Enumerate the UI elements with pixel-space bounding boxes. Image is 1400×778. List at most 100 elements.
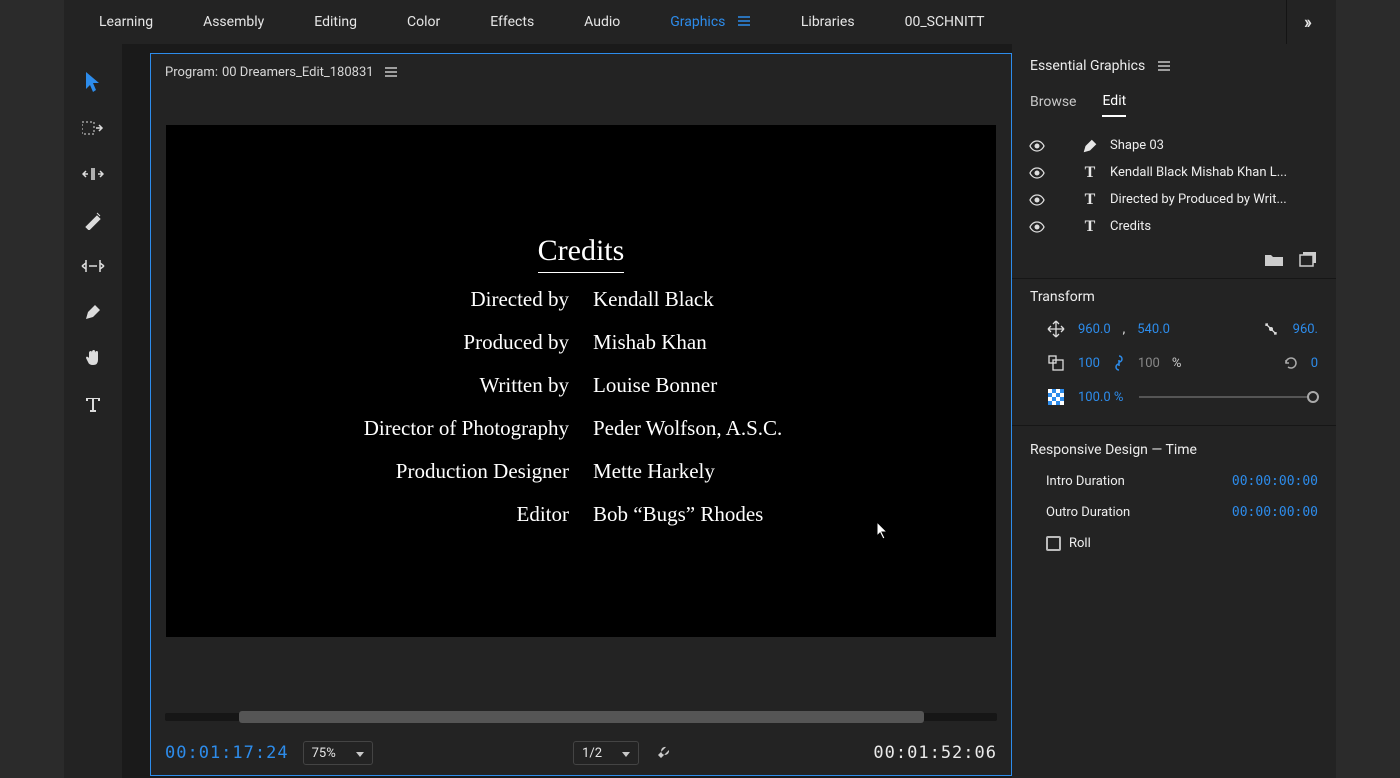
eg-tab-edit[interactable]: Edit [1102, 93, 1126, 117]
type-tool[interactable] [78, 390, 108, 418]
layer-label: Kendall Black Mishab Khan L... [1110, 165, 1320, 180]
credit-name: Peder Wolfson, A.S.C. [593, 416, 893, 441]
eg-panel-header: Essential Graphics [1012, 44, 1336, 88]
pen-tool[interactable] [78, 298, 108, 326]
hamburger-icon[interactable] [737, 14, 751, 28]
opacity-value[interactable]: 100.0 % [1078, 390, 1123, 405]
tool-strip [64, 44, 122, 778]
text-layer-icon: T [1080, 190, 1100, 210]
workspace-tab-libraries[interactable]: Libraries [776, 0, 880, 44]
panel-menu-icon[interactable] [384, 65, 398, 79]
workspace-tab-editing[interactable]: Editing [289, 0, 382, 44]
layer-label: Shape 03 [1110, 138, 1320, 153]
anchor-icon [1261, 319, 1281, 339]
credit-row: Production Designer Mette Harkely [269, 459, 893, 484]
workspace-tab-schnitt[interactable]: 00_SCHNITT [880, 0, 1010, 44]
reset-rotation-icon[interactable] [1283, 355, 1299, 371]
layer-list: Shape 03 T Kendall Black Mishab Khan L..… [1022, 132, 1326, 240]
workspace-tab-label: Graphics [670, 14, 725, 30]
credit-name: Kendall Black [593, 287, 893, 312]
workspace-tab-learning[interactable]: Learning [74, 0, 178, 44]
workspace-tab-audio[interactable]: Audio [559, 0, 645, 44]
ripple-edit-tool[interactable] [78, 160, 108, 188]
visibility-eye-icon[interactable] [1028, 164, 1046, 182]
video-frame[interactable]: Credits Directed by Kendall Black Produc… [166, 125, 996, 637]
credit-row: Editor Bob “Bugs” Rhodes [269, 502, 893, 527]
layer-row-text[interactable]: T Kendall Black Mishab Khan L... [1022, 159, 1326, 186]
scrub-thumb[interactable] [239, 711, 924, 723]
workspace-tab-bar: Learning Assembly Editing Color Effects … [64, 0, 1336, 44]
workspace-tab-effects[interactable]: Effects [465, 0, 559, 44]
outro-duration-value[interactable]: 00:00:00:00 [1232, 505, 1318, 520]
chevron-down-icon [622, 746, 630, 761]
credit-role: Directed by [269, 287, 569, 312]
slip-tool[interactable] [78, 252, 108, 280]
eg-panel-title: Essential Graphics [1030, 58, 1145, 74]
visibility-eye-icon[interactable] [1028, 137, 1046, 155]
credit-name: Bob “Bugs” Rhodes [593, 502, 893, 527]
eg-tabs: Browse Edit [1012, 88, 1336, 122]
opacity-slider-thumb[interactable] [1307, 391, 1319, 403]
opacity-icon [1046, 387, 1066, 407]
opacity-row: 100.0 % [1030, 387, 1318, 407]
transform-title: Transform [1030, 289, 1318, 305]
credit-row: Directed by Kendall Black [269, 287, 893, 312]
scale-icon [1046, 353, 1066, 373]
workspace-overflow-button[interactable]: ›› [1286, 0, 1326, 44]
track-select-tool[interactable] [78, 114, 108, 142]
credit-name: Mishab Khan [593, 330, 893, 355]
duration-timecode[interactable]: 00:01:52:06 [873, 743, 997, 763]
new-layer-icon[interactable] [1298, 250, 1318, 268]
zoom-dropdown[interactable]: 75% [303, 741, 373, 765]
resolution-dropdown[interactable]: 1/2 [573, 741, 639, 765]
workspace-tab-graphics[interactable]: Graphics [645, 0, 776, 44]
program-panel-header: Program: 00 Dreamers_Edit_180831 [151, 54, 1011, 90]
credit-row: Written by Louise Bonner [269, 373, 893, 398]
credit-row: Produced by Mishab Khan [269, 330, 893, 355]
panel-menu-icon[interactable] [1157, 59, 1171, 73]
current-timecode[interactable]: 00:01:17:24 [165, 743, 289, 763]
scrub-track[interactable] [165, 713, 997, 721]
position-x[interactable]: 960.0 [1078, 322, 1111, 337]
new-group-icon[interactable] [1264, 250, 1284, 268]
essential-graphics-panel: Essential Graphics Browse Edit Shape 03 … [1012, 44, 1336, 778]
opacity-slider[interactable] [1139, 396, 1314, 398]
outro-duration-label: Outro Duration [1046, 505, 1130, 520]
responsive-title: Responsive Design — Time [1030, 442, 1318, 458]
intro-duration-value[interactable]: 00:00:00:00 [1232, 474, 1318, 489]
text-layer-icon: T [1080, 163, 1100, 183]
credit-name: Louise Bonner [593, 373, 893, 398]
roll-checkbox-row: Roll [1030, 536, 1318, 551]
rotation-value[interactable]: 0 [1311, 356, 1318, 371]
workspace-tab-color[interactable]: Color [382, 0, 465, 44]
scale-unit: % [1172, 356, 1182, 371]
hand-tool[interactable] [78, 344, 108, 372]
intro-duration-row: Intro Duration 00:00:00:00 [1030, 474, 1318, 489]
divider [1012, 425, 1336, 426]
link-scale-icon[interactable] [1112, 354, 1126, 372]
settings-wrench-icon[interactable] [653, 743, 673, 763]
left-gutter [0, 0, 64, 778]
visibility-eye-icon[interactable] [1028, 218, 1046, 236]
anchor-x[interactable]: 960. [1293, 322, 1318, 337]
divider [1012, 278, 1336, 279]
roll-checkbox[interactable] [1046, 536, 1061, 551]
roll-label: Roll [1069, 536, 1091, 551]
workspace-tab-assembly[interactable]: Assembly [178, 0, 289, 44]
program-footer: 00:01:17:24 75% 1/2 00:01:52:06 [151, 731, 1011, 775]
scale-width[interactable]: 100 [1078, 356, 1100, 371]
razor-tool[interactable] [78, 206, 108, 234]
visibility-eye-icon[interactable] [1028, 191, 1046, 209]
timeline-scrubber[interactable] [151, 713, 1011, 731]
credit-row: Director of Photography Peder Wolfson, A… [269, 416, 893, 441]
position-y[interactable]: 540.0 [1137, 322, 1170, 337]
selection-tool[interactable] [78, 68, 108, 96]
layer-row-shape[interactable]: Shape 03 [1022, 132, 1326, 159]
layer-row-text[interactable]: T Directed by Produced by Writ... [1022, 186, 1326, 213]
program-monitor-panel: Program: 00 Dreamers_Edit_180831 Credits… [150, 53, 1012, 776]
scale-height: 100 [1138, 356, 1160, 371]
eg-tab-browse[interactable]: Browse [1030, 94, 1076, 116]
chevron-down-icon [356, 746, 364, 761]
layer-row-text[interactable]: T Credits [1022, 213, 1326, 240]
monitor-area[interactable]: Credits Directed by Kendall Black Produc… [151, 90, 1011, 663]
